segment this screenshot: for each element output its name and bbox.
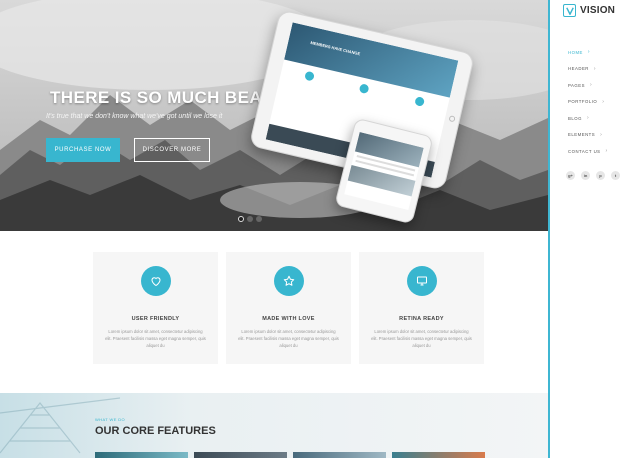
monitor-icon — [406, 266, 437, 296]
portfolio-thumbnail[interactable] — [95, 452, 188, 458]
features-section: USER FRIENDLY Lorem ipsum dolor sit amet… — [0, 231, 548, 393]
nav-item-contact-us[interactable]: CONTACT US › — [568, 143, 608, 160]
feature-text: Lorem ipsum dolor sit amet, consectetur … — [371, 329, 472, 348]
nav-label: PAGES — [568, 82, 585, 88]
feature-title: RETINA READY — [399, 316, 444, 322]
chevron-right-icon: › — [586, 115, 590, 122]
feature-title: MADE WITH LOVE — [262, 316, 315, 322]
chevron-right-icon: › — [593, 65, 597, 72]
slider-dot-3[interactable] — [256, 216, 262, 222]
site-logo[interactable]: VISION — [563, 4, 615, 17]
core-features-section: WHAT WE DO OUR CORE FEATURES — [0, 393, 548, 458]
nav-label: BLOG — [568, 115, 582, 121]
chevron-right-icon: › — [587, 49, 591, 56]
slider-pagination — [238, 216, 262, 222]
chevron-right-icon: › — [590, 82, 593, 89]
side-navigation: VISION HOME › HEADER › PAGES › PORTFOLIO… — [548, 0, 634, 458]
hero-slider: THERE IS SO MUCH BEAUT It's true that we… — [0, 0, 548, 231]
heart-icon — [140, 266, 171, 296]
phone-screen — [344, 131, 424, 211]
feature-card-user-friendly: USER FRIENDLY Lorem ipsum dolor sit amet… — [93, 252, 218, 364]
portfolio-thumbnail[interactable] — [194, 452, 287, 458]
nav-item-blog[interactable]: BLOG › — [568, 110, 608, 127]
nav-label: HEADER — [568, 66, 589, 72]
nav-item-pages[interactable]: PAGES › — [568, 77, 608, 94]
logo-icon — [563, 4, 576, 17]
purchase-now-button[interactable]: PURCHASE NOW — [46, 138, 120, 162]
linkedin-icon[interactable]: in — [581, 171, 590, 180]
pinterest-icon[interactable]: p — [596, 171, 605, 180]
tablet-feature-dot — [303, 70, 315, 82]
feature-title: USER FRIENDLY — [131, 316, 180, 322]
chevron-right-icon: › — [600, 131, 603, 138]
nav-label: PORTFOLIO — [568, 99, 598, 105]
feature-card-made-with-love: MADE WITH LOVE Lorem ipsum dolor sit ame… — [226, 252, 351, 364]
main-menu: HOME › HEADER › PAGES › PORTFOLIO › BLOG… — [568, 44, 608, 160]
nav-label: HOME — [568, 49, 583, 55]
section-title: OUR CORE FEATURES — [95, 425, 216, 437]
tablet-feature-dot — [359, 83, 370, 95]
tablet-heading: MEMBERS HAVE CHANGE — [310, 40, 361, 57]
nav-item-portfolio[interactable]: PORTFOLIO › — [568, 94, 608, 111]
portfolio-thumbnail[interactable] — [293, 452, 386, 458]
tablet-home-button — [448, 115, 456, 123]
chevron-right-icon: › — [602, 98, 605, 105]
social-links: g+ in p t — [566, 171, 620, 180]
feature-text: Lorem ipsum dolor sit amet, consectetur … — [238, 329, 339, 348]
main-content: THERE IS SO MUCH BEAUT It's true that we… — [0, 0, 548, 458]
twitter-icon[interactable]: t — [611, 171, 620, 180]
chevron-right-icon: › — [605, 148, 608, 155]
discover-more-button[interactable]: DISCOVER MORE — [134, 138, 210, 162]
feature-card-retina-ready: RETINA READY Lorem ipsum dolor sit amet,… — [359, 252, 484, 364]
logo-text: VISION — [580, 5, 616, 16]
slider-dot-2[interactable] — [247, 216, 253, 222]
section-eyebrow: WHAT WE DO — [95, 417, 126, 422]
feature-text: Lorem ipsum dolor sit amet, consectetur … — [105, 329, 206, 348]
nav-label: ELEMENTS — [568, 132, 596, 138]
google-plus-icon[interactable]: g+ — [566, 171, 575, 180]
slider-dot-1[interactable] — [238, 216, 244, 222]
portfolio-thumbnail[interactable] — [392, 452, 485, 458]
phone-image — [347, 164, 416, 197]
nav-item-home[interactable]: HOME › — [568, 44, 608, 61]
nav-item-elements[interactable]: ELEMENTS › — [568, 127, 608, 144]
nav-item-header[interactable]: HEADER › — [568, 61, 608, 78]
nav-label: CONTACT US — [568, 148, 601, 154]
tablet-feature-dot — [414, 96, 426, 107]
hero-title: THERE IS SO MUCH BEAUT — [50, 88, 286, 107]
hero-subtitle: It's true that we don't know what we've … — [46, 113, 223, 120]
star-icon — [273, 266, 304, 296]
